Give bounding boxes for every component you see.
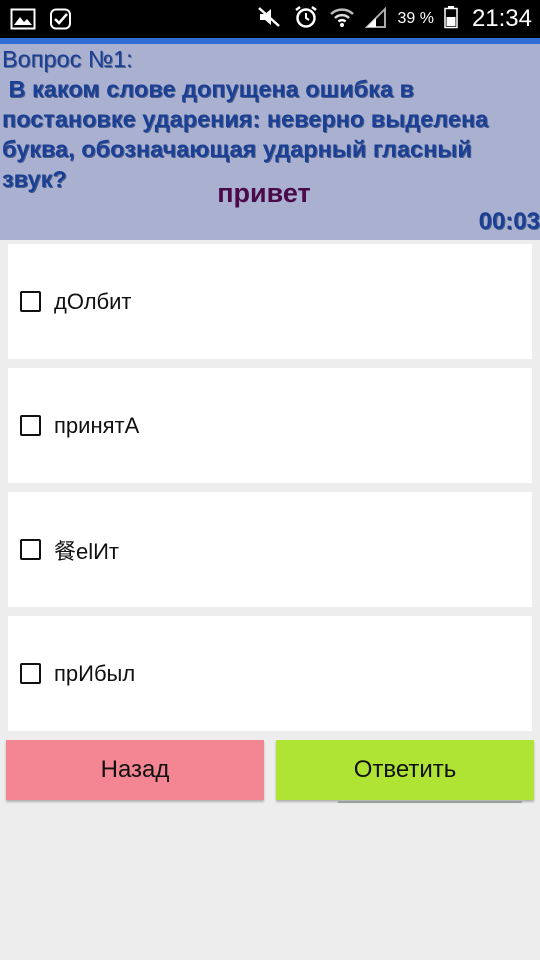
focus-underline: [338, 801, 522, 803]
answer-label: принятА: [54, 412, 140, 438]
status-right-icons: 39 % 21:34: [257, 0, 532, 38]
submit-answer-button[interactable]: Ответить: [276, 740, 534, 803]
checkbox[interactable]: [20, 415, 41, 436]
answer-option[interactable]: прИбыл: [8, 616, 532, 731]
answer-label: дОлбит: [54, 288, 132, 314]
answer-option[interactable]: дОлбит: [8, 244, 532, 359]
timer: 00:03: [478, 208, 540, 235]
question-panel: Вопрос №1: В каком слове допущена ошибка…: [0, 44, 540, 240]
answer-list: дОлбит принятА 餐elИт прИбыл: [8, 244, 532, 740]
status-left-icons: [10, 7, 74, 36]
answer-label: прИбыл: [54, 660, 136, 686]
wifi-icon: [329, 5, 355, 34]
answer-option[interactable]: 餐elИт: [8, 492, 532, 607]
battery-icon: [444, 5, 458, 34]
question-number: Вопрос №1:: [2, 46, 133, 72]
checkbox[interactable]: [20, 539, 41, 560]
image-icon: [10, 7, 36, 36]
checkbox[interactable]: [20, 663, 41, 684]
question-body: В каком слове допущена ошибка в постанов…: [2, 76, 495, 192]
checkbox[interactable]: [20, 291, 41, 312]
alarm-icon: [293, 4, 319, 35]
status-bar: 39 % 21:34: [0, 0, 540, 38]
mute-icon: [257, 5, 283, 34]
answer-label: 餐elИт: [54, 538, 120, 564]
greeting-label: привет: [217, 178, 311, 208]
battery-percent: 39 %: [397, 10, 434, 27]
answer-option[interactable]: принятА: [8, 368, 532, 483]
signal-icon: [365, 5, 387, 34]
clock: 21:34: [471, 5, 532, 32]
back-button[interactable]: Назад: [6, 740, 264, 800]
submit-button-label: Ответить: [353, 756, 457, 783]
back-button-label: Назад: [100, 756, 170, 783]
question-text: Вопрос №1: В каком слове допущена ошибка…: [2, 44, 538, 194]
checkbox-done-icon: [48, 7, 74, 36]
